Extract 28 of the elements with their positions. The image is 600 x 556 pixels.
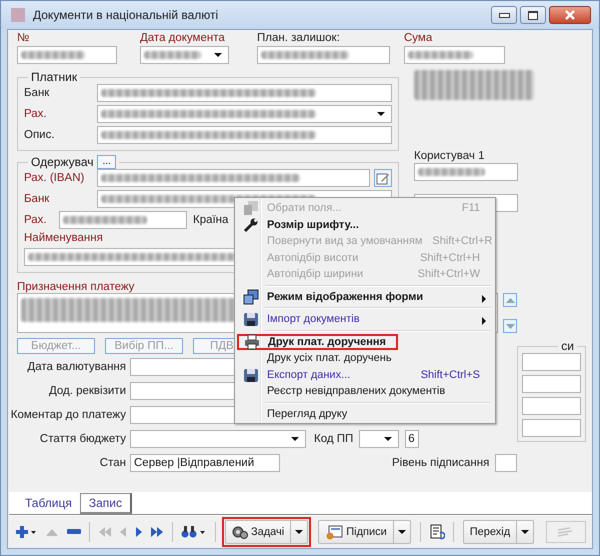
field-label: Рах. [24,214,48,226]
button-label: Задачі [251,526,284,538]
field-label: Код ПП [314,433,354,445]
button-label: Перехід [470,526,510,538]
field-label: Рах. [24,108,48,120]
window-title: Документи в національній валюті [33,8,218,22]
field-label: Банк [24,87,50,99]
field-label: Дата документа [140,32,225,44]
field-label: Користувач 1 [414,150,485,162]
field-label: Опис. [24,129,56,141]
field-label: № [17,32,30,44]
field-label: Найменування [24,232,103,244]
field-label: Дата валютування [26,361,126,373]
field-label: План. залишок: [257,32,340,44]
field-label: Призначення платежу [17,281,134,293]
field-label: Рівень підписання [392,457,490,469]
field-label: Дод. реквізити [48,385,126,397]
field-label: Рах. (IBAN) [24,172,86,184]
group-title: Платник [30,70,78,84]
field-label: Країна [193,214,228,226]
field-label: Коментар до платежу [10,409,126,421]
field-label: Стаття бюджету [38,433,126,445]
group-title: си [560,339,575,353]
group-title: Одержувач [31,155,94,169]
field-label: Банк [24,193,50,205]
field-label: Сума [404,32,432,44]
field-label: Стан [98,457,126,469]
button-label: Підписи [346,526,387,538]
